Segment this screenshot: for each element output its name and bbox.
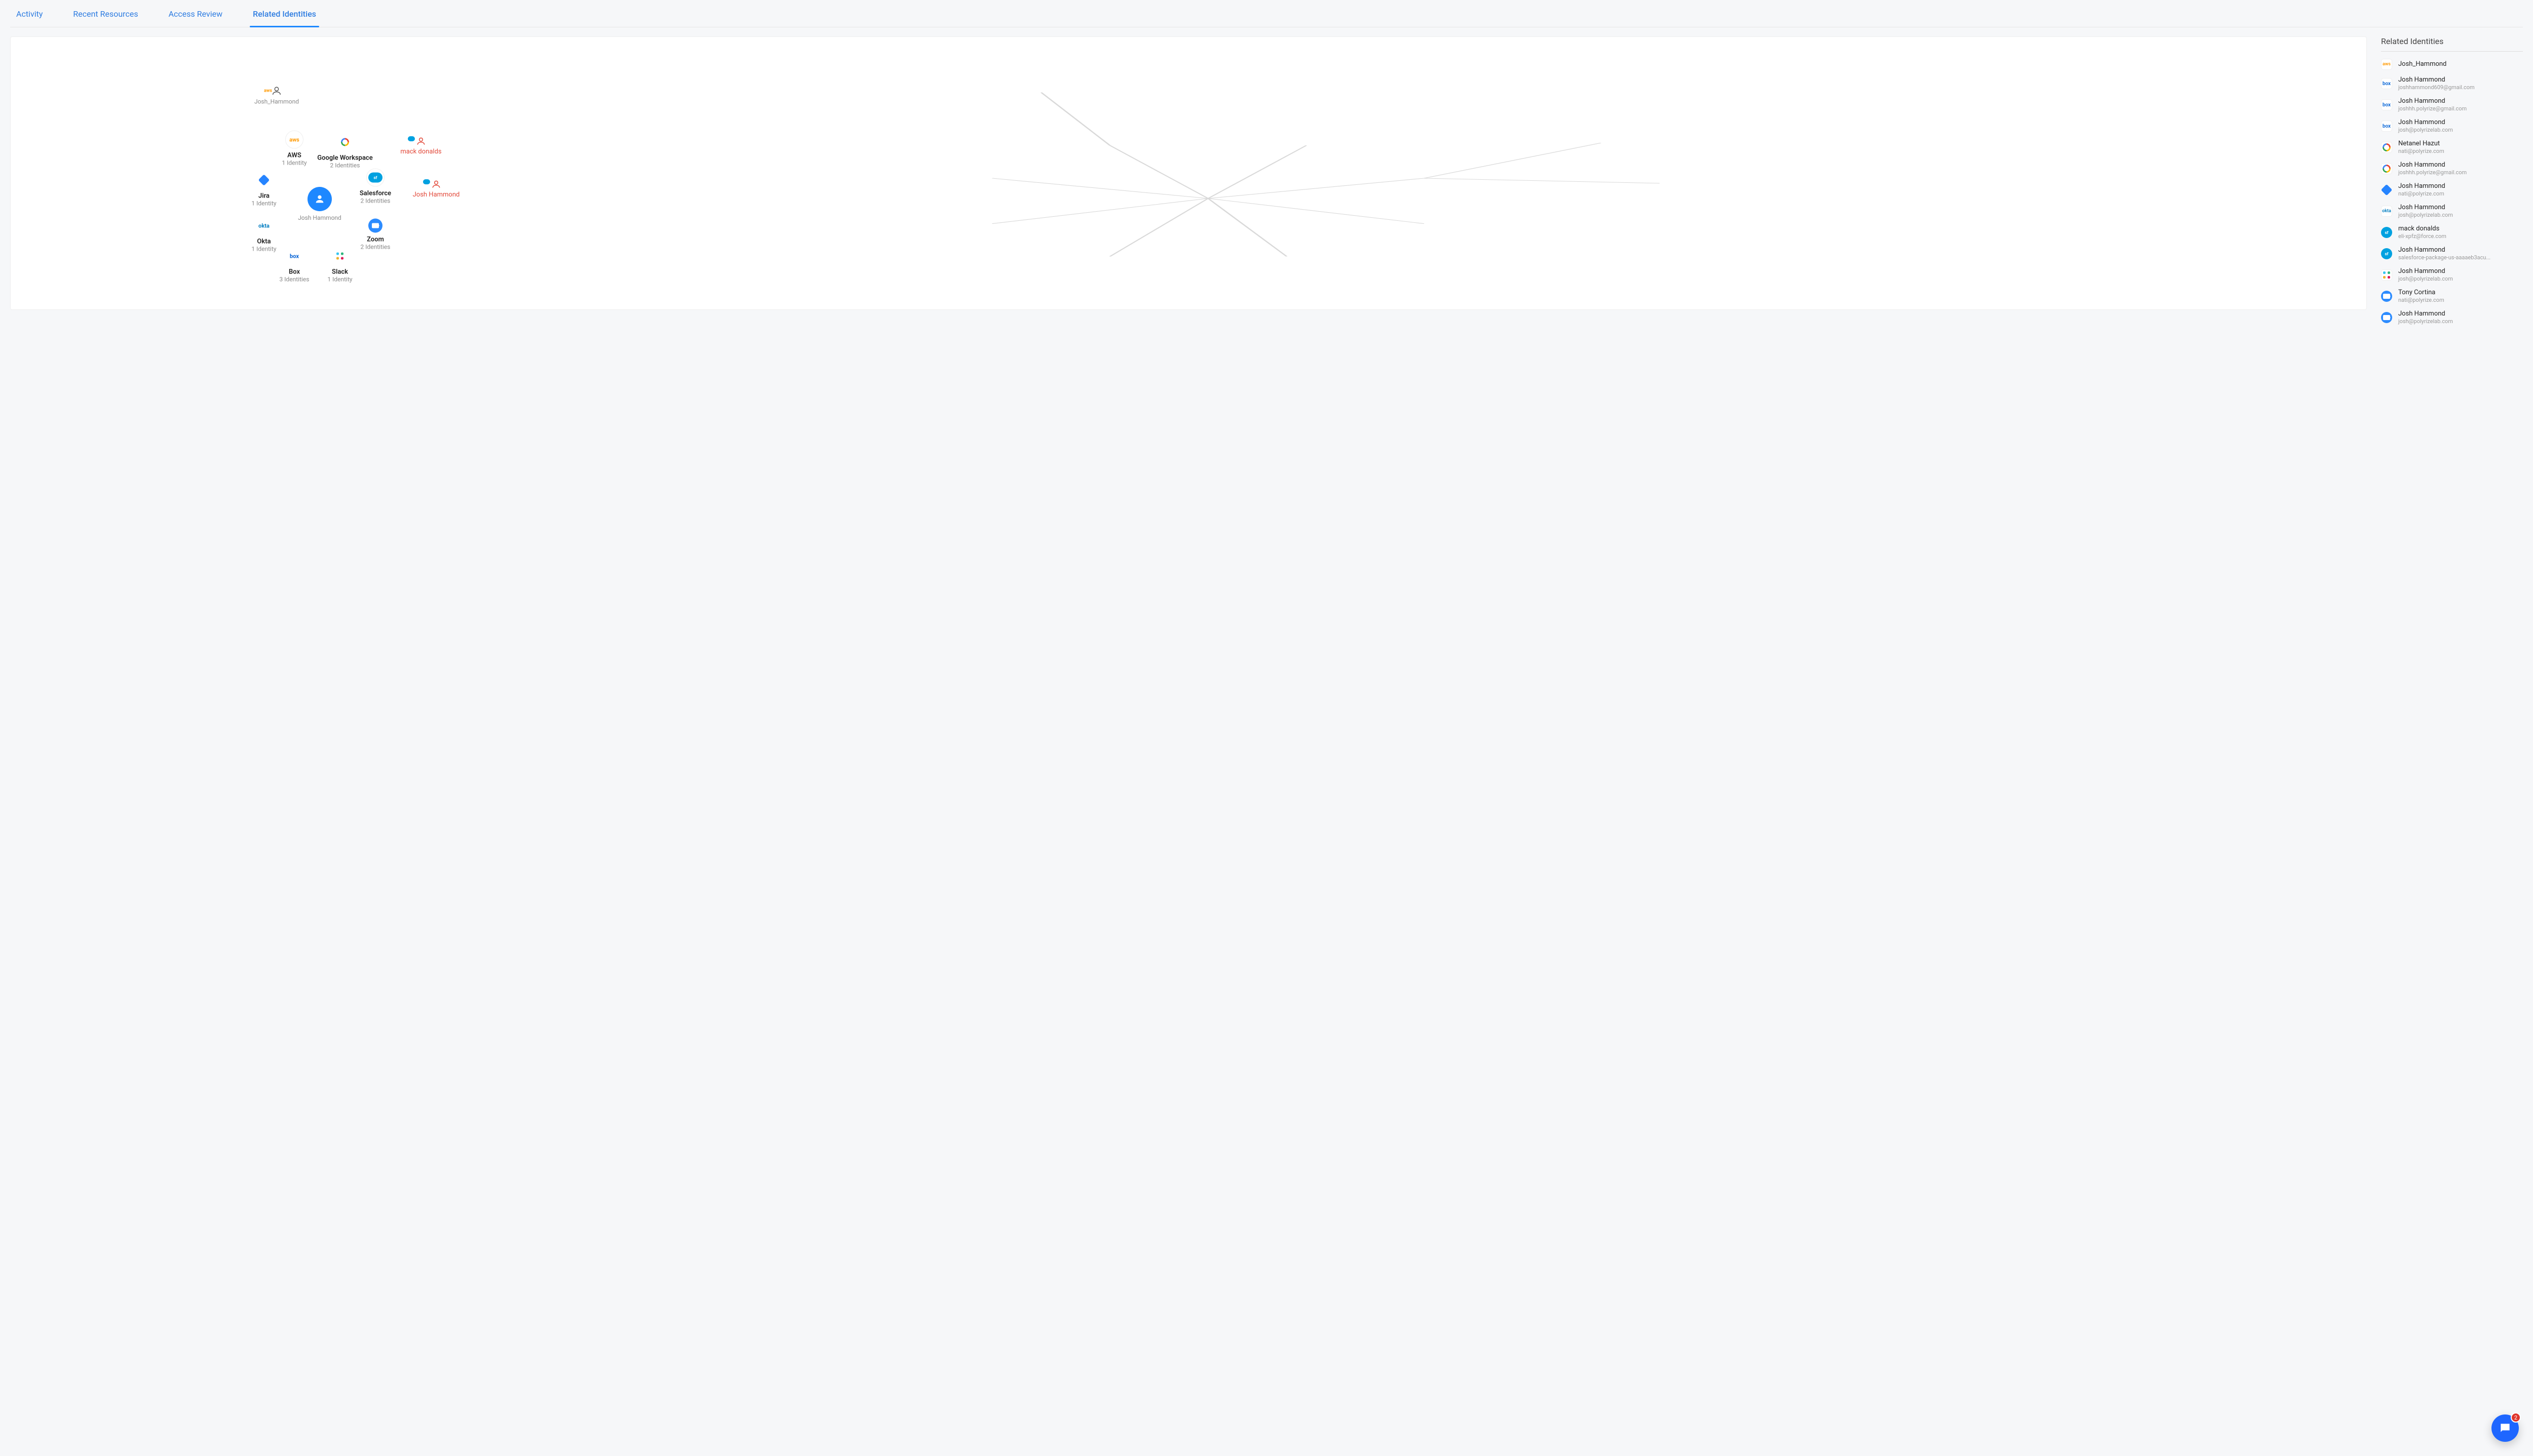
identity-name: Josh Hammond	[2398, 161, 2467, 169]
identity-name: Josh Hammond	[2398, 182, 2445, 190]
identity-sub: salesforce-package-us-aaaaeb3acu...	[2398, 254, 2490, 261]
identity-sub: nati@polyrize.com	[2398, 190, 2445, 198]
identity-name: mack donalds	[2398, 225, 2446, 233]
graph-center-name: Josh Hammond	[298, 214, 341, 221]
identity-row[interactable]: Josh Hammondjoshhh.polyrize@gmail.com	[2381, 161, 2523, 176]
related-identities-panel: Related Identities aws Josh_Hammondbox Jos…	[2381, 36, 2523, 325]
google-icon	[336, 133, 354, 151]
tab-access-review[interactable]: Access Review	[169, 9, 223, 27]
identity-name: Netanel Hazut	[2398, 140, 2444, 148]
identity-row[interactable]: box Josh Hammondjoshhammond609@gmail.com	[2381, 76, 2523, 91]
label: Josh_Hammond	[254, 98, 299, 105]
box-icon: box	[285, 247, 303, 265]
identity-row[interactable]: sf mack donaldseli-xpfz@force.com	[2381, 225, 2523, 240]
identity-sub: joshhh.polyrize@gmail.com	[2398, 105, 2467, 112]
identity-row[interactable]: box Josh Hammondjoshhh.polyrize@gmail.com	[2381, 97, 2523, 112]
identity-row[interactable]: box Josh Hammondjosh@polyrizelab.com	[2381, 119, 2523, 134]
okta-icon: okta	[255, 217, 273, 235]
identity-name: Josh Hammond	[2398, 119, 2453, 127]
user-icon	[308, 187, 332, 211]
identity-sub: josh@polyrizelab.com	[2398, 127, 2453, 134]
user-icon	[271, 86, 282, 97]
identity-graph-panel: Josh Hammond aws Josh_Hammond aws AWS 1 …	[10, 36, 2367, 310]
user-icon	[431, 179, 441, 189]
identity-sub: nati@polyrize.com	[2398, 148, 2444, 155]
user-icon	[416, 136, 426, 146]
salesforce-icon	[423, 179, 430, 184]
identity-sub: josh@polyrizelab.com	[2398, 276, 2453, 283]
identity-row[interactable]: Josh Hammondjosh@polyrizelab.com	[2381, 310, 2523, 325]
sf-icon: sf	[2381, 248, 2392, 259]
identity-row[interactable]: Tony Cortinanati@polyrize.com	[2381, 289, 2523, 304]
google-icon	[2381, 163, 2392, 174]
identity-row[interactable]: Netanel Hazutnati@polyrize.com	[2381, 140, 2523, 155]
identity-row[interactable]: Josh Hammondnati@polyrize.com	[2381, 182, 2523, 198]
box-icon: box	[2381, 121, 2392, 132]
identity-sub: joshhh.polyrize@gmail.com	[2398, 169, 2467, 176]
identity-list: awsJosh_HammondboxJosh Hammondjoshhammon…	[2381, 59, 2523, 325]
tab-activity[interactable]: Activity	[16, 9, 43, 27]
chat-icon	[2499, 1422, 2512, 1435]
zoom-icon	[2381, 312, 2392, 323]
identity-name: Josh Hammond	[2398, 310, 2453, 318]
aws-icon: aws	[285, 131, 303, 149]
graph-app-zoom[interactable]: Zoom 2 Identities	[345, 219, 406, 251]
tab-recent-resources[interactable]: Recent Resources	[73, 9, 138, 27]
identity-graph[interactable]: Josh Hammond aws Josh_Hammond aws AWS 1 …	[11, 37, 2366, 309]
salesforce-icon: sf	[366, 169, 385, 187]
identity-row[interactable]: sf Josh Hammondsalesforce-package-us-aaaa…	[2381, 246, 2523, 261]
graph-external-user-2[interactable]: Josh Hammond	[406, 179, 467, 199]
aws-icon: aws	[264, 89, 272, 94]
identity-name: Josh Hammond	[2398, 76, 2475, 84]
jira-icon	[255, 171, 273, 189]
graph-app-google[interactable]: Google Workspace 2 Identities	[315, 133, 375, 169]
identity-name: Josh Hammond	[2398, 97, 2467, 105]
tab-related-identities[interactable]: Related Identities	[253, 9, 316, 27]
identity-sub: eli-xpfz@force.com	[2398, 233, 2446, 240]
graph-user-aws[interactable]: aws Josh_Hammond	[246, 86, 307, 105]
identity-row[interactable]: Josh Hammondjosh@polyrizelab.com	[2381, 267, 2523, 283]
graph-external-user-1[interactable]: mack donalds	[391, 136, 451, 155]
graph-center-user[interactable]: Josh Hammond	[289, 187, 350, 221]
aws-icon: aws	[2381, 59, 2392, 70]
box-icon: box	[2381, 78, 2392, 89]
identity-row[interactable]: okta Josh Hammondjosh@polyrizelab.com	[2381, 204, 2523, 219]
identity-sub: nati@polyrize.com	[2398, 297, 2444, 304]
box-icon: box	[2381, 99, 2392, 110]
salesforce-icon	[408, 136, 415, 141]
jira-icon	[2381, 184, 2393, 196]
panel-title: Related Identities	[2381, 36, 2523, 52]
identity-name: Josh Hammond	[2398, 246, 2490, 254]
okta-icon: okta	[2381, 206, 2392, 217]
identity-name: Josh Hammond	[2398, 267, 2453, 276]
tab-bar: Activity Recent Resources Access Review …	[10, 0, 2523, 27]
identity-sub: josh@polyrizelab.com	[2398, 212, 2453, 219]
identity-name: Tony Cortina	[2398, 289, 2444, 297]
identity-name: Josh_Hammond	[2398, 60, 2446, 68]
graph-app-jira[interactable]: Jira 1 Identity	[234, 171, 294, 207]
slack-icon	[2381, 269, 2392, 281]
graph-app-salesforce[interactable]: sf Salesforce 2 Identities	[345, 169, 406, 205]
zoom-icon	[2381, 291, 2392, 302]
chat-widget[interactable]: 2	[2491, 1414, 2519, 1442]
chat-badge: 2	[2511, 1412, 2521, 1423]
identity-sub: joshhammond609@gmail.com	[2398, 84, 2475, 91]
graph-app-slack[interactable]: Slack 1 Identity	[310, 247, 370, 283]
identity-sub: josh@polyrizelab.com	[2398, 318, 2453, 325]
google-icon	[2381, 142, 2392, 153]
zoom-icon	[368, 219, 382, 233]
identity-name: Josh Hammond	[2398, 204, 2453, 212]
sf-icon: sf	[2381, 227, 2392, 238]
identity-row[interactable]: aws Josh_Hammond	[2381, 59, 2523, 70]
